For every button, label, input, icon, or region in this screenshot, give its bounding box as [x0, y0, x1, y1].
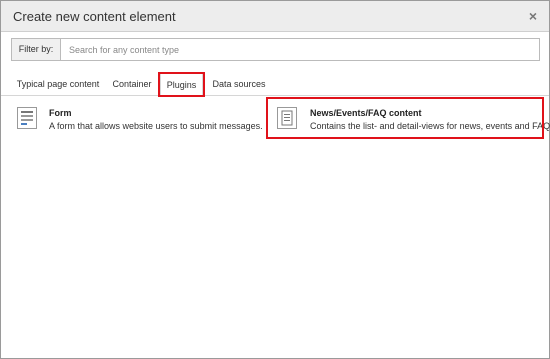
item-description: A form that allows website users to subm…: [49, 121, 263, 131]
dialog-header: Create new content element ×: [1, 1, 549, 32]
create-content-element-dialog: Create new content element × Filter by: …: [0, 0, 550, 359]
filter-label: Filter by:: [12, 39, 61, 60]
tab-data-sources[interactable]: Data sources: [207, 73, 271, 96]
document-icon: [277, 107, 297, 129]
tab-typical-page-content[interactable]: Typical page content: [13, 73, 103, 96]
tab-container[interactable]: Container: [105, 73, 159, 96]
item-title: News/Events/FAQ content: [310, 108, 422, 118]
tab-plugins[interactable]: Plugins: [160, 73, 203, 97]
search-input[interactable]: [62, 39, 539, 60]
close-icon[interactable]: ×: [529, 8, 537, 24]
content-item-form[interactable]: Form A form that allows website users to…: [11, 103, 263, 133]
dialog-title: Create new content element: [13, 9, 176, 24]
content-item-news-events-faq[interactable]: News/Events/FAQ content Contains the lis…: [269, 100, 550, 136]
item-title: Form: [49, 108, 72, 118]
content-type-tabs: Typical page content Container Plugins D…: [1, 73, 549, 97]
item-description: Contains the list- and detail-views for …: [310, 121, 550, 131]
form-icon: [17, 107, 37, 129]
filter-bar: Filter by:: [11, 38, 540, 61]
